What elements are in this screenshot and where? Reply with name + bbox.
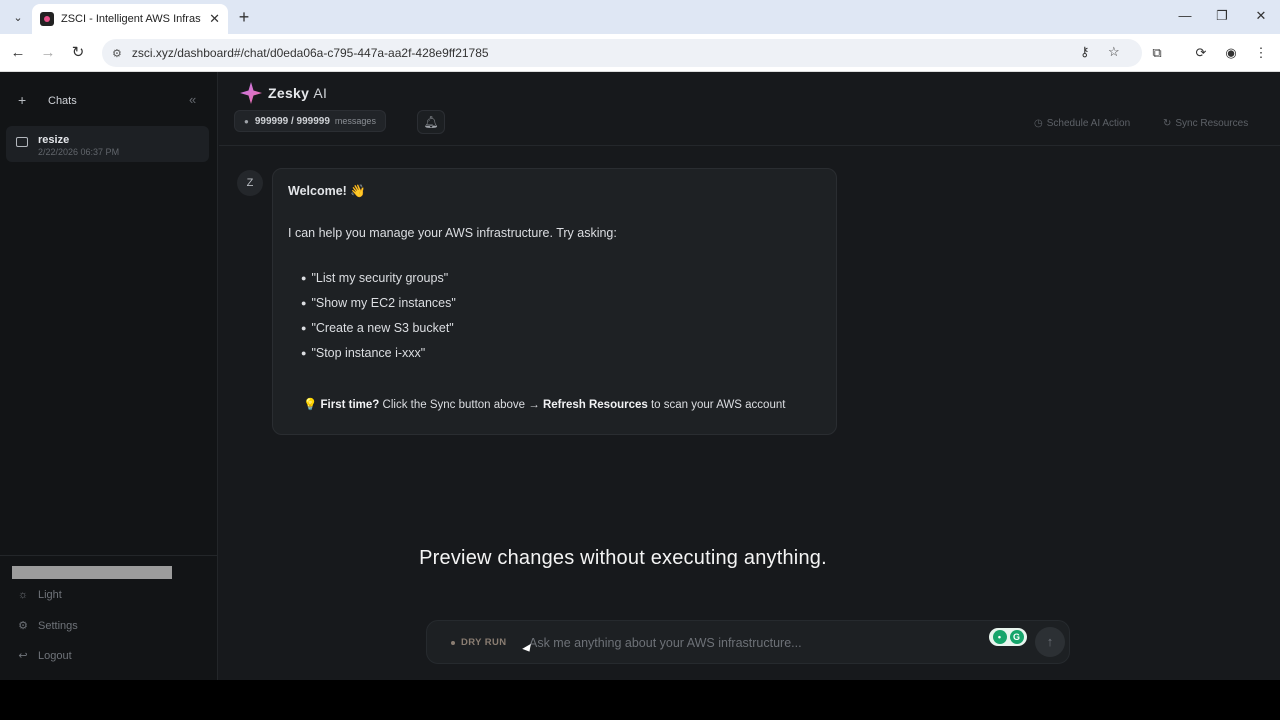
zesky-logo-star-icon bbox=[240, 82, 262, 104]
suggestion-list: ● "List my security groups" ● "Show my EC2… bbox=[301, 265, 456, 365]
tab-close-icon[interactable]: ✕ bbox=[209, 11, 220, 27]
dry-run-dot-icon bbox=[451, 640, 455, 645]
bookmark-star-icon[interactable]: ☆ bbox=[1108, 44, 1120, 60]
back-arrow-icon[interactable]: ← bbox=[8, 43, 28, 63]
extension-icon[interactable]: ⟳ bbox=[1192, 44, 1210, 62]
new-tab-plus-icon[interactable]: + bbox=[234, 7, 254, 27]
dry-run-toggle[interactable]: DRY RUN bbox=[451, 637, 507, 648]
browser-tab-bar: ⌄ ZSCI - Intelligent AWS Infrastructure … bbox=[0, 0, 1280, 34]
favicon-icon bbox=[40, 12, 54, 26]
address-bar[interactable]: ⚙ zsci.xyz/dashboard#/chat/d0eda06a-c795… bbox=[102, 39, 1142, 67]
chat-bubble-icon bbox=[16, 137, 28, 147]
sun-icon: ☼ bbox=[17, 589, 29, 601]
message-unit: messages bbox=[334, 116, 376, 126]
tip-text-1: Click the Sync button above → bbox=[379, 399, 543, 411]
tab-title: ZSCI - Intelligent AWS Infrastructure bbox=[61, 13, 201, 25]
welcome-heading: Welcome! 👋 bbox=[288, 184, 366, 198]
tip-text-2: to scan your AWS account bbox=[647, 399, 786, 411]
main-panel: Zesky AI ● 999999 / 999999 messages 🔔︎ ◷… bbox=[219, 72, 1280, 680]
theme-toggle-button[interactable]: ☼ Light bbox=[16, 589, 62, 601]
intro-text: I can help you manage your AWS infrastru… bbox=[288, 226, 617, 240]
message-icon: ● bbox=[244, 116, 249, 126]
chat-date: 2/22/2026 06:37 PM bbox=[38, 147, 120, 157]
settings-label: Settings bbox=[38, 619, 78, 632]
grammarly-icon[interactable]: G bbox=[1009, 630, 1024, 644]
theme-label: Light bbox=[38, 589, 62, 601]
redacted-user-bar bbox=[12, 566, 172, 579]
send-arrow-icon[interactable]: ↑ bbox=[1035, 627, 1065, 657]
brand-suffix: AI bbox=[313, 85, 328, 101]
logout-icon: ↩ bbox=[18, 650, 28, 662]
menu-kebab-icon[interactable]: ⋮ bbox=[1252, 44, 1270, 62]
sync-icon: ↻ bbox=[1163, 118, 1172, 129]
schedule-ai-action-button[interactable]: ◷ Schedule AI Action bbox=[1034, 118, 1130, 129]
collapse-sidebar-icon[interactable]: « bbox=[189, 92, 196, 107]
lightbulb-icon: 💡 bbox=[303, 399, 318, 411]
bulb-extension-icon[interactable]: • bbox=[992, 630, 1007, 644]
restore-icon[interactable]: ❐ bbox=[1212, 8, 1232, 24]
clock-icon: ◷ bbox=[1034, 118, 1043, 129]
message-usage-badge: ● 999999 / 999999 messages bbox=[234, 110, 386, 132]
gear-icon: ⚙ bbox=[18, 620, 28, 632]
notifications-bell-icon[interactable]: 🔔︎ bbox=[417, 110, 445, 134]
sidebar: + Chats « resize 2/22/2026 06:37 PM ☼ Li… bbox=[0, 72, 218, 680]
list-item: ● "List my security groups" bbox=[301, 270, 449, 285]
sync-resources-button[interactable]: ↻ Sync Resources bbox=[1163, 118, 1248, 129]
list-item: ● "Stop instance i-xxx" bbox=[301, 345, 426, 360]
password-key-icon[interactable]: ⚷ bbox=[1080, 44, 1090, 60]
tip-bold-refresh: Refresh Resources bbox=[542, 399, 648, 411]
settings-button[interactable]: ⚙ Settings bbox=[16, 619, 78, 633]
reload-icon[interactable]: ↻ bbox=[68, 43, 88, 63]
chat-composer: DRY RUN • G ↑ bbox=[426, 620, 1070, 664]
grammar-extension-badge[interactable]: • G bbox=[989, 628, 1027, 646]
first-time-tip: 💡 First time? Click the Sync button abov… bbox=[303, 397, 785, 411]
dry-run-label: DRY RUN bbox=[461, 637, 507, 648]
brand-text: Zesky bbox=[268, 85, 310, 101]
assistant-avatar: Z bbox=[237, 170, 263, 196]
chat-input[interactable] bbox=[529, 630, 979, 656]
new-chat-plus-icon[interactable]: + bbox=[18, 92, 26, 108]
tab-search-chevron-icon[interactable]: ⌄ bbox=[8, 7, 28, 27]
brand-name: Zesky AI bbox=[268, 85, 327, 101]
message-count: 999999 / 999999 bbox=[254, 115, 330, 127]
chat-list-item[interactable]: resize 2/22/2026 06:37 PM bbox=[6, 126, 209, 162]
list-item: ● "Show my EC2 instances" bbox=[301, 295, 456, 310]
video-caption: Preview changes without executing anythi… bbox=[419, 547, 827, 569]
browser-toolbar: ← → ↻ ⚙ zsci.xyz/dashboard#/chat/d0eda06… bbox=[0, 34, 1280, 72]
logout-button[interactable]: ↩ Logout bbox=[16, 649, 72, 663]
tip-bold-first-time: First time? bbox=[320, 399, 380, 411]
profile-icon[interactable]: ◉ bbox=[1222, 44, 1240, 62]
app-root: + Chats « resize 2/22/2026 06:37 PM ☼ Li… bbox=[0, 72, 1280, 680]
schedule-label: Schedule AI Action bbox=[1046, 118, 1131, 129]
assistant-message: Welcome! 👋 I can help you manage your AW… bbox=[272, 168, 837, 435]
chat-name: resize bbox=[38, 134, 70, 146]
forward-arrow-icon[interactable]: → bbox=[38, 43, 58, 63]
sync-label: Sync Resources bbox=[1175, 118, 1249, 129]
site-settings-icon[interactable]: ⚙ bbox=[112, 47, 122, 60]
sidebar-title: Chats bbox=[48, 95, 77, 107]
extensions-puzzle-icon[interactable]: ⧉ bbox=[1148, 44, 1166, 62]
minimize-icon[interactable]: — bbox=[1175, 8, 1195, 23]
browser-tab[interactable]: ZSCI - Intelligent AWS Infrastructure ✕ bbox=[32, 4, 228, 34]
logout-label: Logout bbox=[38, 649, 72, 662]
window-close-icon[interactable]: ✕ bbox=[1251, 8, 1271, 24]
list-item: ● "Create a new S3 bucket" bbox=[301, 320, 454, 335]
header: Zesky AI ● 999999 / 999999 messages 🔔︎ ◷… bbox=[219, 72, 1280, 146]
url-text[interactable]: zsci.xyz/dashboard#/chat/d0eda06a-c795-4… bbox=[132, 46, 489, 60]
sidebar-divider bbox=[0, 555, 218, 556]
